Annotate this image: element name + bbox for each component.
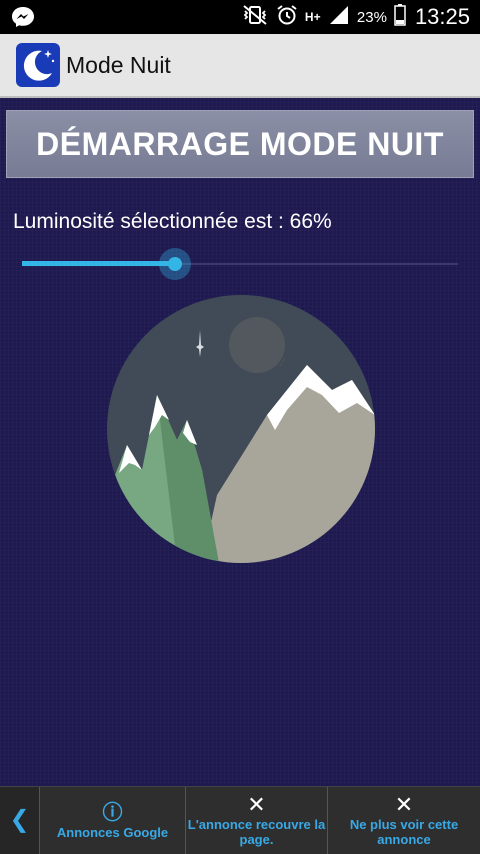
ad-covers-label: L'annonce recouvre la page. [187, 817, 326, 847]
hide-ad-button[interactable]: ✕ Ne plus voir cette annonce [327, 787, 480, 854]
alarm-clock-icon [276, 4, 298, 31]
ad-back-button[interactable]: ❮ [0, 787, 39, 854]
ad-bar: ❮ ⓘ Annonces Google ✕ L'annonce recouvre… [0, 786, 480, 854]
network-type-label: H+ [304, 9, 321, 24]
moon-app-icon[interactable] [16, 43, 60, 87]
close-icon: ✕ [394, 792, 414, 817]
night-landscape-illustration [107, 295, 375, 563]
ad-covers-page-button[interactable]: ✕ L'annonce recouvre la page. [185, 787, 327, 854]
brightness-label: Luminosité sélectionnée est : 66% [13, 210, 332, 233]
clock-time: 13:25 [414, 4, 470, 29]
main-content: DÉMARRAGE MODE NUIT Luminosité sélection… [0, 98, 480, 786]
close-icon: ✕ [247, 792, 266, 817]
app-bar: Mode Nuit [0, 34, 480, 98]
status-bar: H+ 23% 13:25 [0, 0, 480, 34]
slider-thumb[interactable] [158, 248, 191, 280]
hide-ad-label: Ne plus voir cette annonce [349, 817, 459, 847]
start-night-mode-button[interactable]: DÉMARRAGE MODE NUIT [6, 110, 474, 178]
messenger-notification-icon [10, 5, 36, 29]
app-title: Mode Nuit [66, 51, 171, 78]
google-ads-button[interactable]: ⓘ Annonces Google [39, 787, 185, 854]
vibrate-muted-icon [241, 4, 269, 31]
battery-percent: 23% [356, 8, 387, 26]
signal-strength-icon [328, 4, 350, 31]
slider-fill [22, 261, 175, 266]
info-icon: ⓘ [102, 801, 123, 824]
brightness-slider[interactable] [22, 248, 458, 280]
google-ads-label: Annonces Google [56, 824, 169, 840]
battery-icon [394, 3, 406, 31]
chevron-left-icon: ❮ [9, 806, 30, 833]
